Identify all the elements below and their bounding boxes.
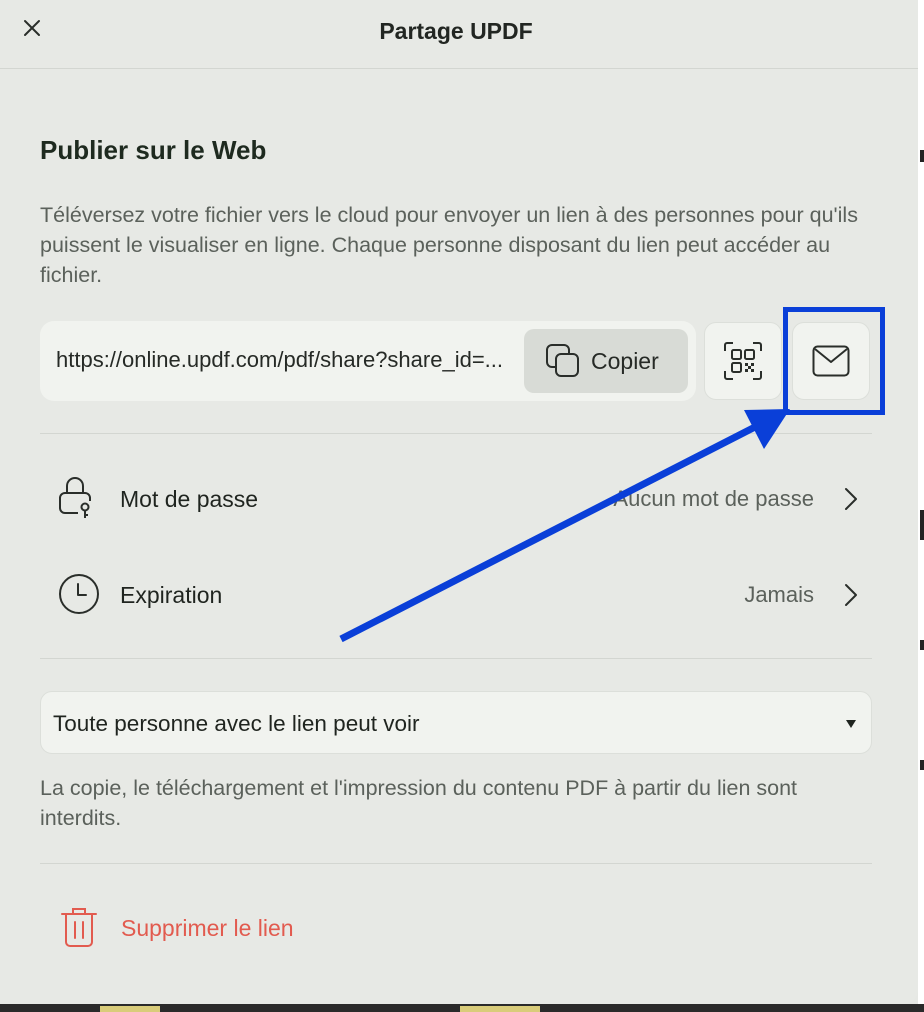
expiration-row[interactable]: Expiration Jamais <box>40 555 872 635</box>
background-window-edge <box>918 0 924 1012</box>
password-row[interactable]: Mot de passe Aucun mot de passe <box>40 459 872 539</box>
qr-code-button[interactable] <box>704 322 782 400</box>
background-window-bottom <box>0 1004 924 1012</box>
trash-icon <box>60 906 98 953</box>
caret-down-icon <box>845 716 857 734</box>
expiration-value: Jamais <box>744 582 814 607</box>
dialog-header: Partage UPDF <box>0 0 918 69</box>
section-title: Publier sur le Web <box>40 135 267 165</box>
password-value: Aucun mot de passe <box>613 486 814 511</box>
delete-link-button[interactable]: Supprimer le lien <box>40 900 440 960</box>
copy-label: Copier <box>591 348 659 374</box>
divider <box>40 658 872 659</box>
permission-note: La copie, le téléchargement et l'impress… <box>40 776 798 830</box>
annotation-highlight-box <box>783 307 885 415</box>
divider <box>40 863 872 864</box>
share-dialog: Partage UPDF Publier sur le Web Télévers… <box>0 0 918 1004</box>
dialog-title: Partage UPDF <box>379 18 533 44</box>
copy-icon <box>545 343 581 384</box>
chevron-right-icon <box>844 487 858 516</box>
delete-link-label: Supprimer le lien <box>121 915 294 941</box>
chevron-right-icon <box>844 583 858 612</box>
lock-icon <box>58 475 92 524</box>
password-label: Mot de passe <box>120 486 259 512</box>
copy-link-button[interactable]: Copier <box>524 329 688 393</box>
section-description: Téléversez votre fichier vers le cloud p… <box>40 203 858 287</box>
share-link-text[interactable]: https://online.updf.com/pdf/share?share_… <box>56 347 506 373</box>
access-permission-select[interactable]: Toute personne avec le lien peut voir <box>40 691 872 754</box>
divider <box>40 433 872 434</box>
qr-code-icon <box>724 342 762 380</box>
expiration-label: Expiration <box>120 582 223 608</box>
share-link-field[interactable]: https://online.updf.com/pdf/share?share_… <box>40 321 696 401</box>
access-permission-value: Toute personne avec le lien peut voir <box>53 711 420 736</box>
clock-icon <box>58 573 100 620</box>
